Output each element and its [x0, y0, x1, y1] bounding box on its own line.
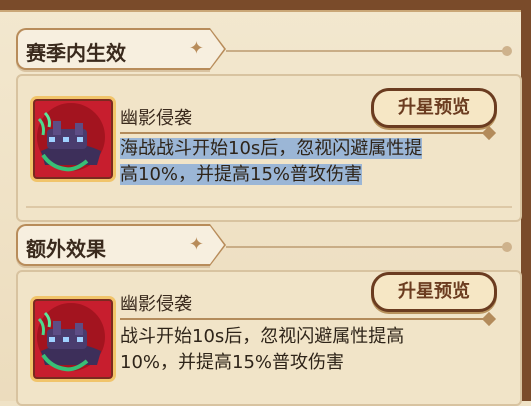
ability-name: 幽影侵袭	[120, 108, 192, 129]
right-frame	[521, 0, 531, 401]
ability-icon-frame	[30, 96, 116, 182]
section-title: 额外效果	[26, 237, 106, 261]
divider-end	[502, 242, 512, 252]
description-line: 战斗开始10s后，忽视闪避属性提高	[120, 326, 405, 347]
description-line: 10%，并提高15%普攻伤害	[120, 352, 345, 373]
ability-icon-frame	[30, 296, 116, 382]
card-bottom-line	[26, 206, 512, 208]
description-line: 高10%，并提高15%普攻伤害	[120, 164, 363, 185]
section-title: 赛季内生效	[26, 41, 126, 65]
divider-line	[226, 50, 504, 52]
ability-card: 幽影侵袭 升星预览 海战战斗开始10s后，忽视闪避属性提 高10%，并提高15%…	[16, 74, 522, 222]
ability-name: 幽影侵袭	[120, 294, 192, 315]
ghost-ship-icon	[37, 303, 105, 372]
star-up-preview-button[interactable]: 升星预览	[371, 88, 497, 128]
sparkle-icon: ✦	[188, 234, 204, 255]
star-up-preview-button[interactable]: 升星预览	[371, 272, 497, 312]
section-tab: 赛季内生效 ✦	[16, 28, 226, 70]
divider-end	[502, 46, 512, 56]
name-divider	[120, 318, 492, 320]
top-frame	[0, 0, 531, 12]
ability-description[interactable]: 战斗开始10s后，忽视闪避属性提高 10%，并提高15%普攻伤害	[120, 324, 510, 376]
description-line: 海战战斗开始10s后，忽视闪避属性提	[120, 138, 423, 159]
name-divider	[120, 132, 492, 134]
sparkle-icon: ✦	[188, 38, 204, 59]
ability-description[interactable]: 海战战斗开始10s后，忽视闪避属性提 高10%，并提高15%普攻伤害	[120, 136, 510, 188]
ghost-ship-icon	[37, 103, 105, 172]
ability-card: 幽影侵袭 升星预览 战斗开始10s后，忽视闪避属性提高 10%，并提高15%普攻…	[16, 270, 522, 406]
section-tab: 额外效果 ✦	[16, 224, 226, 266]
divider-line	[226, 246, 504, 248]
